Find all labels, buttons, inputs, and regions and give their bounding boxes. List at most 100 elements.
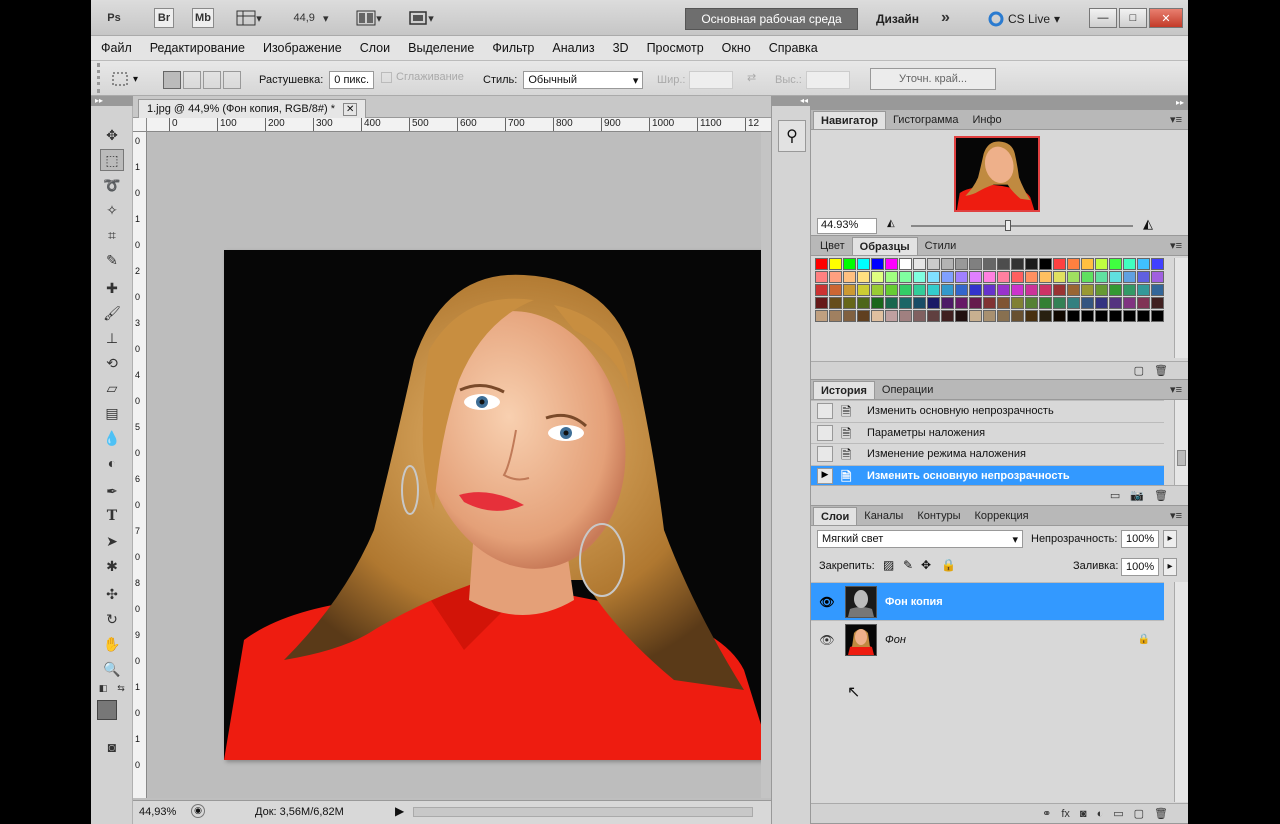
feather-input[interactable]: 0 пикс. [329,71,375,89]
bridge-button[interactable]: Br [154,8,174,28]
swatch-item[interactable] [1081,297,1094,309]
swatch-item[interactable] [997,271,1010,283]
swatch-item[interactable] [1095,284,1108,296]
tab-adjustments[interactable]: Коррекция [968,507,1036,525]
swatch-item[interactable] [857,258,870,270]
layer-style-icon[interactable]: fx [1061,808,1070,820]
swatch-item[interactable] [955,258,968,270]
swatch-item[interactable] [913,310,926,322]
layers-scrollbar[interactable] [1174,582,1188,802]
history-source-checkbox[interactable]: ▶ [817,467,833,484]
swatch-item[interactable] [1067,271,1080,283]
swatch-item[interactable] [815,271,828,283]
fill-input[interactable]: 100% [1121,558,1159,576]
swatch-item[interactable] [941,271,954,283]
navigator-zoom-input[interactable]: 44.93% [817,218,877,234]
swatch-item[interactable] [983,258,996,270]
history-item[interactable]: 🗎 Параметры наложения [811,421,1164,443]
swatch-item[interactable] [1095,297,1108,309]
swatch-item[interactable] [1039,258,1052,270]
lock-pixels-icon[interactable]: ✎ [903,558,913,572]
swatch-item[interactable] [969,258,982,270]
status-menu-arrow-icon[interactable]: ▶ [395,804,404,818]
close-tab-icon[interactable]: ✕ [343,102,358,116]
swatch-item[interactable] [885,310,898,322]
swatch-item[interactable] [829,310,842,322]
swatch-item[interactable] [1123,258,1136,270]
layer-mask-icon[interactable]: ◙ [1080,808,1087,820]
swatch-item[interactable] [913,284,926,296]
swatch-item[interactable] [857,310,870,322]
arrange-documents-menu[interactable]: ▾ [351,8,387,28]
swatch-item[interactable] [815,258,828,270]
swatch-item[interactable] [1095,271,1108,283]
swatch-item[interactable] [829,271,842,283]
maximize-button[interactable]: □ [1119,8,1147,28]
history-item[interactable]: ▶ 🗎 Изменить основную непрозрачность [811,464,1164,486]
swatch-item[interactable] [1137,297,1150,309]
swatch-item[interactable] [1151,297,1164,309]
status-share-icon[interactable]: ◉ [191,804,205,818]
swatch-item[interactable] [885,258,898,270]
delete-swatch-icon[interactable]: 🗑 [1154,364,1168,377]
swatch-item[interactable] [983,284,996,296]
swatch-item[interactable] [815,297,828,309]
swatch-item[interactable] [1039,297,1052,309]
quick-select-tool-icon[interactable]: ✧ [100,199,124,221]
swatch-item[interactable] [955,310,968,322]
tab-color[interactable]: Цвет [813,237,852,255]
move-tool-icon[interactable]: ✥ [100,124,124,146]
swatch-item[interactable] [1011,258,1024,270]
swatch-item[interactable] [1053,284,1066,296]
tab-channels[interactable]: Каналы [857,507,910,525]
swatch-item[interactable] [983,271,996,283]
layer-row[interactable]: 👁 Фон копия [811,582,1164,620]
swatch-item[interactable] [871,258,884,270]
view-extras-menu[interactable]: ▾ [231,8,267,28]
swatch-item[interactable] [927,284,940,296]
swatch-item[interactable] [1011,271,1024,283]
quick-mask-icon[interactable]: ◙ [100,736,124,758]
new-layer-icon[interactable]: ▢ [1134,807,1144,820]
swatch-item[interactable] [857,284,870,296]
swatch-item[interactable] [1039,284,1052,296]
swatch-item[interactable] [969,271,982,283]
swatch-item[interactable] [941,284,954,296]
swatch-item[interactable] [913,271,926,283]
adjustment-layer-icon[interactable]: ◐ [1097,808,1104,820]
lock-position-icon[interactable]: ✥ [921,558,931,572]
swatch-item[interactable] [899,271,912,283]
swatch-item[interactable] [1011,310,1024,322]
canvas-scrollbar-v[interactable] [761,132,771,798]
swatch-item[interactable] [913,258,926,270]
tools-panel-collapse[interactable]: ▸▸ [91,96,133,106]
swatch-item[interactable] [927,310,940,322]
zoom-slider-thumb[interactable] [1005,220,1011,231]
type-tool-icon[interactable]: T [100,505,124,527]
snapshot-icon[interactable]: 📷 [1130,489,1144,502]
swatch-item[interactable] [1095,310,1108,322]
swatch-item[interactable] [899,297,912,309]
swatch-item[interactable] [843,284,856,296]
status-zoom-value[interactable]: 44,93% [139,806,176,818]
swatch-item[interactable] [997,297,1010,309]
screen-mode-menu[interactable]: ▾ [403,8,439,28]
tab-histogram[interactable]: Гистограмма [886,111,966,129]
tab-paths[interactable]: Контуры [910,507,967,525]
panel-menu-icon[interactable]: ▾≡ [1170,509,1182,522]
swatch-item[interactable] [829,258,842,270]
canvas-scrollbar-h[interactable] [413,807,753,817]
zoom-in-icon[interactable]: ◭ [1143,216,1153,232]
swatch-item[interactable] [1109,271,1122,283]
swatch-item[interactable] [1109,297,1122,309]
tool-presets-icon[interactable]: ⚲ [778,120,806,152]
tab-layers[interactable]: Слои [813,507,858,525]
new-document-from-state-icon[interactable]: ▭ [1110,489,1120,502]
workspace-design-button[interactable]: Дизайн [876,12,919,26]
swatch-item[interactable] [1109,310,1122,322]
panel-menu-icon[interactable]: ▾≡ [1170,383,1182,396]
swatch-item[interactable] [815,284,828,296]
swatch-item[interactable] [997,258,1010,270]
tab-actions[interactable]: Операции [875,381,940,399]
history-item[interactable]: 🗎 Изменение режима наложения [811,443,1164,464]
